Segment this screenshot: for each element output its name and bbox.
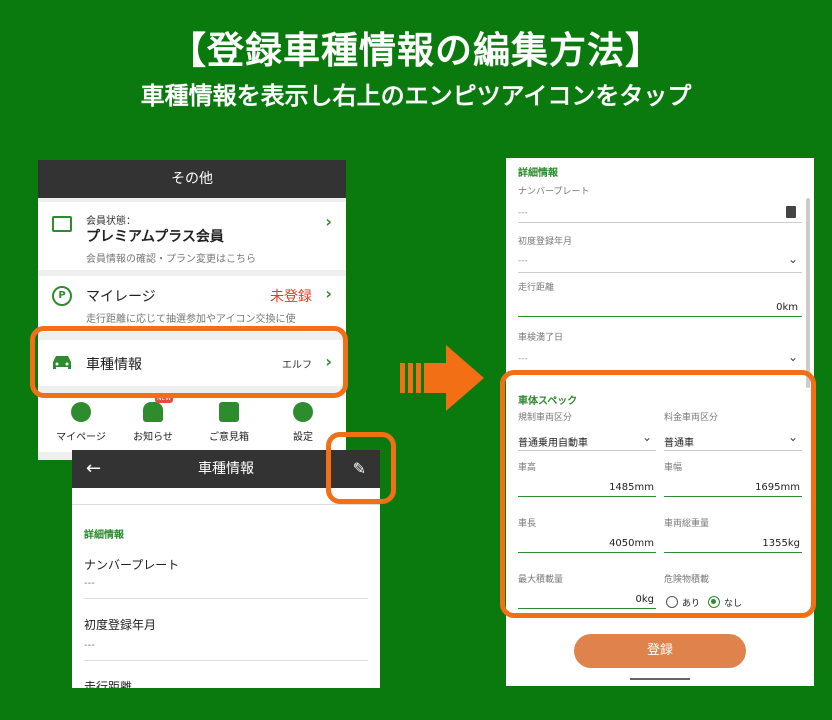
mileage-label: マイレージ	[86, 289, 156, 305]
member-note: 会員情報の確認・プラン変更はこちら	[86, 254, 256, 265]
mileage-chevron-icon: ›	[325, 284, 332, 303]
member-value: プレミアムプラス会員	[86, 229, 224, 245]
first-reg-label: 初度登録年月	[84, 618, 157, 632]
register-button[interactable]: 登録	[574, 634, 746, 668]
trash-icon[interactable]	[786, 206, 796, 218]
nav-notifications-label: お知らせ	[133, 432, 173, 443]
underline	[518, 316, 802, 317]
mileage-input[interactable]: 0km	[776, 302, 798, 313]
inspection-select[interactable]: ---	[518, 354, 528, 364]
divider	[84, 660, 368, 661]
vehicle-appbar-title: 車種情報	[198, 461, 254, 477]
nav-mypage-label: マイページ	[56, 432, 106, 443]
pencil-highlight	[326, 432, 396, 504]
other-screen: その他 会員状態： プレミアムプラス会員 会員情報の確認・プラン変更はこちら ›…	[38, 160, 346, 460]
divider	[72, 504, 380, 505]
first-reg-select[interactable]: ---	[518, 256, 528, 266]
edit-detail-section: 詳細情報	[518, 168, 558, 179]
page-heading: 【登録車種情報の編集方法】	[169, 29, 663, 72]
plate-label: ナンバープレート	[518, 187, 590, 197]
home-indicator	[630, 678, 690, 680]
nav-feedback-label: ご意見箱	[209, 432, 249, 443]
bottom-nav: マイページ NEW お知らせ ご意見箱 設定	[38, 394, 346, 452]
divider	[518, 272, 802, 273]
member-card-icon	[52, 216, 72, 232]
vehicle-row-highlight	[30, 326, 348, 398]
person-icon	[71, 402, 91, 422]
mileage-card[interactable]: P マイレージ 未登録 › 走行距離に応じて抽選参加やアイコン交換に使	[38, 276, 346, 332]
first-reg-value: ---	[84, 640, 95, 651]
feedback-icon	[219, 402, 239, 422]
number-plate-label: ナンバープレート	[84, 558, 180, 572]
member-status-card[interactable]: 会員状態： プレミアムプラス会員 会員情報の確認・プラン変更はこちら ›	[38, 202, 346, 270]
nav-feedback[interactable]: ご意見箱	[194, 402, 264, 443]
scrollbar[interactable]	[806, 198, 810, 388]
parking-p-icon: P	[52, 286, 72, 306]
mileage-field-label: 走行距離	[84, 680, 133, 688]
gear-icon	[293, 402, 313, 422]
nav-notifications[interactable]: NEW お知らせ	[118, 394, 188, 443]
divider	[518, 222, 802, 223]
nav-mypage[interactable]: マイページ	[46, 402, 116, 443]
member-chevron-icon: ›	[325, 212, 332, 231]
number-plate-value: ---	[84, 578, 95, 589]
first-reg-edit-label: 初度登録年月	[518, 237, 573, 247]
chevron-down-icon: ⌄	[788, 350, 799, 364]
spec-highlight	[500, 370, 816, 618]
mileage-status: 未登録	[270, 289, 312, 305]
chevron-down-icon: ⌄	[788, 252, 799, 266]
nav-settings[interactable]: 設定	[268, 402, 338, 443]
right-arrow-icon	[400, 345, 484, 411]
bell-icon: NEW	[143, 394, 174, 422]
inspection-label: 車検満了日	[518, 333, 564, 343]
nav-settings-label: 設定	[293, 432, 313, 443]
member-label: 会員状態：	[86, 216, 136, 227]
mileage-note: 走行距離に応じて抽選参加やアイコン交換に使	[86, 314, 296, 325]
mileage-edit-label: 走行距離	[518, 283, 555, 293]
detail-section-title: 詳細情報	[84, 530, 124, 541]
other-appbar-title: その他	[38, 160, 346, 198]
page-subheading: 車種情報を表示し右上のエンピツアイコンをタップ	[140, 82, 692, 110]
back-arrow-icon[interactable]: ←	[86, 450, 101, 488]
divider	[84, 598, 368, 599]
plate-input[interactable]: ---	[518, 208, 528, 218]
